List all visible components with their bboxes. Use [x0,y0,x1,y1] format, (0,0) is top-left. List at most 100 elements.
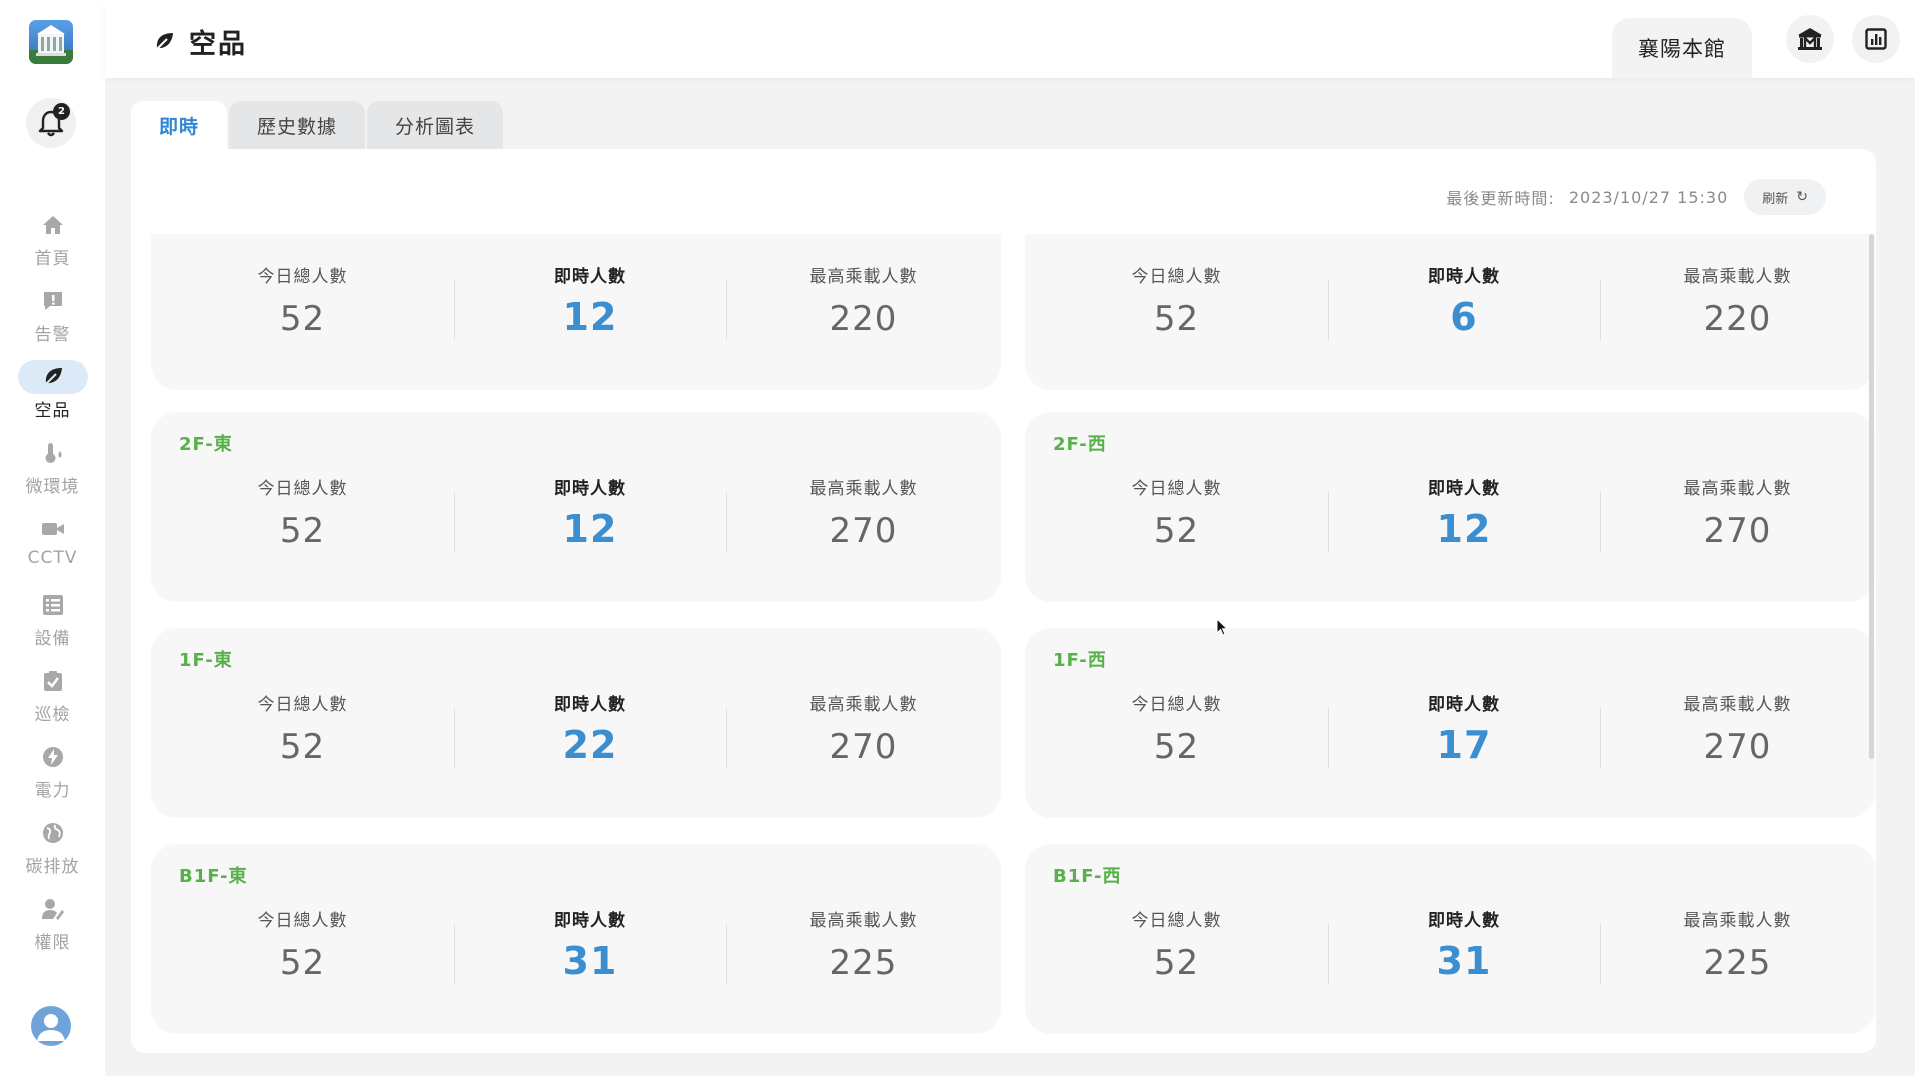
tab-realtime[interactable]: 即時 [131,101,228,149]
zone-card: 1F-東 今日總人數 52 即時人數 22 最高乘載人數 270 [151,628,1001,818]
globe-icon [42,823,63,843]
sidebar-item-carbon[interactable]: 碳排放 [0,808,105,884]
zone-card: 2F-西 今日總人數 52 即時人數 12 最高乘載人數 270 [1025,412,1875,602]
notification-button[interactable]: 2 [26,98,76,148]
bar-chart-icon [1865,28,1887,50]
sidebar-item-label: 空品 [34,401,71,421]
museum-icon [1798,28,1822,50]
live-value: 12 [562,507,618,551]
zone-label: B1F-東 [179,866,248,887]
total-value: 52 [279,943,326,983]
max-label: 最高乘載人數 [1683,911,1792,931]
sidebar-item-label: 設備 [34,629,71,649]
user-avatar-icon [37,1014,65,1041]
max-label: 最高乘載人數 [809,267,918,287]
live-value: 17 [1436,723,1492,767]
sidebar-item-air-quality[interactable]: 空品 [0,352,105,428]
notification-badge: 2 [53,103,70,120]
mouse-cursor-icon [1216,618,1229,636]
zone-label: 1F-東 [179,650,233,671]
refresh-button[interactable]: 刷新 ↻ [1744,179,1826,215]
avatar[interactable] [31,1006,71,1046]
max-value: 270 [829,727,898,767]
realtime-panel: 最後更新時間: 2023/10/27 15:30 刷新 ↻ 今日總人數 52 即時… [131,149,1876,1053]
sidebar-item-equipment[interactable]: 設備 [0,580,105,656]
last-update-bar: 最後更新時間: 2023/10/27 15:30 刷新 ↻ [1446,179,1826,215]
live-value: 31 [1436,939,1492,983]
zone-label: 2F-東 [179,434,233,455]
total-label: 今日總人數 [1131,479,1222,499]
sidebar-item-power[interactable]: 電力 [0,732,105,808]
max-value: 225 [829,943,898,983]
top-header: 空品 襄陽本館 [105,0,1915,78]
report-button[interactable] [1852,15,1900,63]
tab-history[interactable]: 歷史數據 [229,101,366,149]
sidebar-item-micro-env[interactable]: 微環境 [0,428,105,504]
clipboard-icon [43,671,62,691]
sidebar-item-label: CCTV [27,548,78,568]
home-icon [42,216,63,234]
list-icon [42,595,63,615]
max-value: 270 [1703,511,1772,551]
sidebar-item-label: 首頁 [34,249,71,269]
total-label: 今日總人數 [1131,267,1222,287]
building-logo[interactable] [29,20,73,64]
total-label: 今日總人數 [1131,911,1222,931]
leaf-icon [154,32,173,52]
max-value: 220 [1703,299,1772,339]
total-value: 52 [279,299,326,339]
page-title: 空品 [153,22,247,61]
sidebar-item-label: 碳排放 [25,857,80,877]
live-label: 即時人數 [1428,911,1500,931]
page-title-text: 空品 [189,29,247,60]
sidebar-item-permissions[interactable]: 權限 [0,884,105,960]
total-value: 52 [1153,727,1200,767]
live-value: 22 [562,723,618,767]
alert-icon [43,292,62,310]
total-label: 今日總人數 [257,911,348,931]
total-value: 52 [279,727,326,767]
refresh-icon: ↻ [1796,189,1808,205]
live-label: 即時人數 [1428,267,1500,287]
max-value: 220 [829,299,898,339]
site-selector[interactable]: 襄陽本館 [1612,18,1752,78]
total-value: 52 [1153,511,1200,551]
sidebar-item-home[interactable]: 首頁 [0,200,105,276]
total-label: 今日總人數 [257,479,348,499]
leaf-icon [42,368,62,387]
zone-card-list[interactable]: 今日總人數 52 即時人數 12 最高乘載人數 220 今日總人數 52 即時人數 6 最… [131,234,1876,1053]
zone-label: 1F-西 [1053,650,1107,671]
max-value: 270 [1703,727,1772,767]
zone-label: 2F-西 [1053,434,1107,455]
zone-card: 今日總人數 52 即時人數 12 最高乘載人數 220 [151,234,1001,390]
max-label: 最高乘載人數 [1683,695,1792,715]
sidebar-item-label: 告警 [34,325,71,345]
max-label: 最高乘載人數 [1683,479,1792,499]
scrollbar[interactable] [1869,234,1874,759]
sidebar-item-cctv[interactable]: CCTV [0,504,105,580]
user-edit-icon [41,899,64,920]
max-value: 225 [1703,943,1772,983]
live-value: 31 [562,939,618,983]
thermometer-icon [45,443,61,463]
zone-card: 1F-西 今日總人數 52 即時人數 17 最高乘載人數 270 [1025,628,1875,818]
sidebar-item-label: 巡檢 [34,705,71,725]
last-update-time: 2023/10/27 15:30 [1568,187,1729,207]
total-value: 52 [1153,943,1200,983]
sidebar-item-inspection[interactable]: 巡檢 [0,656,105,732]
power-icon [42,747,63,767]
sidebar-nav: 首頁 告警 空品 微環境 CCTV 設備 巡檢 電力 碳排放 權限 [0,200,105,960]
sidebar-item-label: 微環境 [25,477,80,497]
refresh-label: 刷新 [1762,191,1789,207]
sidebar-item-label: 電力 [34,781,71,801]
building-button[interactable] [1786,15,1834,63]
max-label: 最高乘載人數 [809,695,918,715]
zone-card: B1F-西 今日總人數 52 即時人數 31 最高乘載人數 225 [1025,844,1875,1034]
max-label: 最高乘載人數 [809,479,918,499]
zone-card: 今日總人數 52 即時人數 6 最高乘載人數 220 [1025,234,1875,390]
live-value: 6 [1450,295,1478,339]
live-value: 12 [562,295,618,339]
sidebar-item-alerts[interactable]: 告警 [0,276,105,352]
tab-analysis[interactable]: 分析圖表 [367,101,504,149]
sidebar-item-label: 權限 [34,933,71,953]
